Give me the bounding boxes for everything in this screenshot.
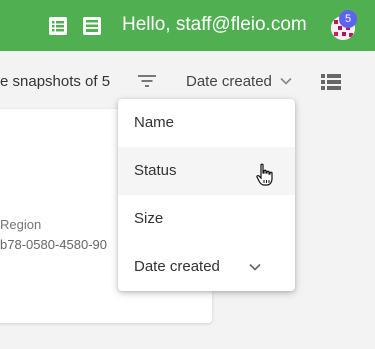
filter-icon[interactable] [138, 74, 156, 88]
list-alt-icon[interactable] [48, 16, 68, 36]
sort-option-label: Status [134, 162, 177, 179]
sort-option-name[interactable]: Name [118, 99, 295, 147]
message-icon[interactable] [82, 16, 102, 36]
greeting-text: Hello, staff@fleio.com [122, 14, 307, 35]
sort-option-date-created[interactable]: Date created [118, 243, 295, 291]
sort-option-label: Name [134, 114, 175, 131]
chevron-down-icon [249, 263, 261, 271]
top-bar: Hello, staff@fleio.com 5 [0, 0, 375, 51]
sort-option-label: Date created [134, 258, 220, 275]
hand-pointer-icon [256, 163, 273, 186]
sort-select-label: Date created [186, 72, 272, 90]
chevron-down-icon [280, 77, 292, 85]
sort-option-size[interactable]: Size [118, 195, 295, 243]
sort-select[interactable]: Date created [186, 71, 292, 91]
list-view-icon[interactable] [321, 74, 341, 90]
notification-badge[interactable]: 5 [339, 10, 357, 28]
sort-dropdown-menu: Name Status Size Date created [118, 99, 295, 291]
snapshots-count-text: e snapshots of 5 [0, 73, 111, 90]
region-label: Region [0, 217, 42, 232]
sort-option-label: Size [134, 210, 164, 227]
